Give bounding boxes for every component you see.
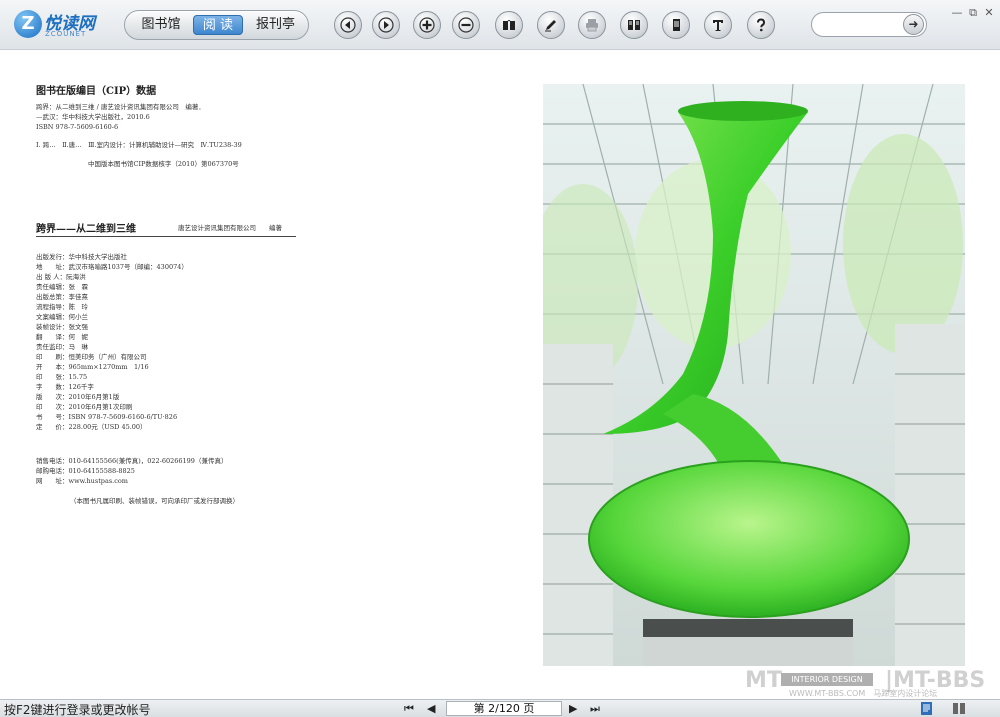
next-page-button[interactable] [372, 11, 400, 39]
colophon-line: 印 刷：恒美印务（广州）有限公司 [36, 353, 147, 361]
book-icon [503, 20, 515, 30]
mail-order-phone: 邮购电话：010-64155588-8825 [36, 467, 135, 475]
bookshelf-button[interactable] [495, 11, 523, 39]
two-page-button[interactable] [620, 11, 648, 39]
mode-tabs: 图书馆 阅 读 报刊亭 [124, 10, 309, 40]
window-controls: — ⧉ ✕ [950, 6, 998, 20]
colophon-line: 字 数：126千字 [36, 383, 94, 391]
logo-mark: Z [14, 10, 42, 38]
prev-page-icon [340, 17, 356, 33]
colophon-line: 版 次：2010年6月第1版 [36, 393, 120, 401]
colophon-line: 翻 译：何 妮 [36, 333, 88, 341]
zoom-out-button[interactable] [452, 11, 480, 39]
help-icon [757, 18, 766, 32]
toolbar: Z 悦读网 ZCOUNET 图书馆 阅 读 报刊亭 ➜ — ⧉ ✕ [0, 0, 1000, 50]
title-divider [36, 236, 296, 237]
cip-line: —武汉：华中科技大学出版社，2010.6 [36, 113, 150, 121]
minimize-icon[interactable]: — [950, 6, 964, 20]
zoom-in-button[interactable] [413, 11, 441, 39]
single-page-button[interactable] [662, 11, 690, 39]
colophon-line: 出 版 人：阮海洪 [36, 273, 86, 281]
website: 网 址：www.hustpas.com [36, 477, 128, 485]
print-button[interactable] [578, 11, 606, 39]
search-go-button[interactable]: ➜ [903, 14, 924, 35]
book-authors: 唐艺设计资讯集团有限公司 编著 [178, 224, 282, 232]
watermark-mt: MT [745, 668, 782, 693]
zoom-out-icon [458, 17, 474, 33]
watermark-url: WWW.MT-BBS.COM 马蹄室内设计论坛 [789, 689, 938, 698]
status-hint: 按F2键进行登录或更改帐号 [4, 703, 151, 717]
document-view-icon[interactable] [920, 701, 934, 716]
prev-page-status-button[interactable]: ◀ [427, 702, 435, 715]
colophon-line: 出版发行：华中科技大学出版社 [36, 253, 127, 261]
two-page-icon [628, 20, 640, 30]
colophon-line: 印 次：2010年6月第1次印刷 [36, 403, 133, 411]
restore-icon[interactable]: ⧉ [966, 6, 980, 20]
book-view-icon[interactable] [952, 701, 966, 716]
first-page-button[interactable]: ⏮ [404, 702, 414, 716]
watermark: MT INTERIOR DESIGN |MT-BBS WWW.MT-BBS.CO… [745, 668, 995, 698]
logo: Z 悦读网 ZCOUNET [14, 8, 102, 40]
colophon-line: 印 张：15.75 [36, 373, 88, 381]
watermark-interior-design: INTERIOR DESIGN [781, 673, 873, 686]
cip-line: 跨界：从二维到三维 / 唐艺设计资讯集团有限公司 编著． [36, 103, 205, 111]
colophon-line: 责任监印：马 琳 [36, 343, 88, 351]
colophon-line: 文案编辑：何小兰 [36, 313, 88, 321]
next-page-status-button[interactable]: ▶ [569, 702, 577, 715]
cip-classification: Ⅰ. 跨… Ⅱ.唐… Ⅲ.室内设计：计算机辅助设计—研究 Ⅳ.TU238-39 [36, 141, 242, 149]
annotate-button[interactable] [537, 11, 565, 39]
status-bar: 按F2键进行登录或更改帐号 ⏮ ◀ 第 2/120 页 ▶ ⏭ [0, 699, 1000, 717]
left-page: 图书在版编目（CIP）数据 跨界：从二维到三维 / 唐艺设计资讯集团有限公司 编… [0, 51, 510, 699]
book-title: 跨界——从二维到三维 [36, 224, 136, 235]
tab-library[interactable]: 图书馆 [135, 15, 187, 35]
single-page-icon [673, 19, 680, 31]
search-input[interactable]: ➜ [811, 12, 927, 37]
colophon-line: 流程指导：陈 玲 [36, 303, 88, 311]
help-button[interactable] [747, 11, 775, 39]
colophon-line: 装帧设计：张文强 [36, 323, 88, 331]
sales-phone: 销售电话：010-64155566(兼传真)，022-60266199（兼传真） [36, 457, 228, 465]
page-indicator[interactable]: 第 2/120 页 [446, 701, 562, 716]
print-notice: （本图书凡属印刷、装帧错误，可向承印厂或发行部调换） [70, 497, 239, 505]
pen-icon [545, 20, 556, 32]
cip-line: ISBN 978-7-5609-6160-6 [36, 123, 119, 131]
colophon-line: 责任编辑：张 霖 [36, 283, 88, 291]
prev-page-button[interactable] [334, 11, 362, 39]
right-page [510, 51, 1000, 699]
next-page-icon [378, 17, 394, 33]
close-icon[interactable]: ✕ [982, 6, 996, 20]
tab-read[interactable]: 阅 读 [193, 15, 243, 35]
logo-subtext: ZCOUNET [45, 30, 87, 38]
tab-newsstand[interactable]: 报刊亭 [248, 15, 303, 35]
last-page-button[interactable]: ⏭ [590, 702, 600, 716]
text-mode-button[interactable] [704, 11, 732, 39]
atrium-photo [543, 84, 965, 666]
colophon-line: 书 号：ISBN 978-7-5609-6160-6/TU·826 [36, 413, 178, 421]
colophon-line: 开 本：965mm×1270mm 1/16 [36, 363, 149, 371]
zoom-in-icon [419, 17, 435, 33]
colophon-line: 定 价：228.00元（USD 45.00） [36, 423, 147, 431]
reader-app: Z 悦读网 ZCOUNET 图书馆 阅 读 报刊亭 ➜ — ⧉ ✕ 图书在版编目… [0, 0, 1000, 717]
colophon-line: 地 址：武汉市珞喻路1037号（邮编：430074） [36, 263, 188, 271]
cip-number: 中国版本图书馆CIP数据核字（2010）第067370号 [88, 160, 239, 168]
text-icon [713, 20, 723, 31]
cip-title: 图书在版编目（CIP）数据 [36, 86, 157, 97]
print-icon [586, 19, 598, 32]
colophon-line: 出版总策：李佳熹 [36, 293, 88, 301]
